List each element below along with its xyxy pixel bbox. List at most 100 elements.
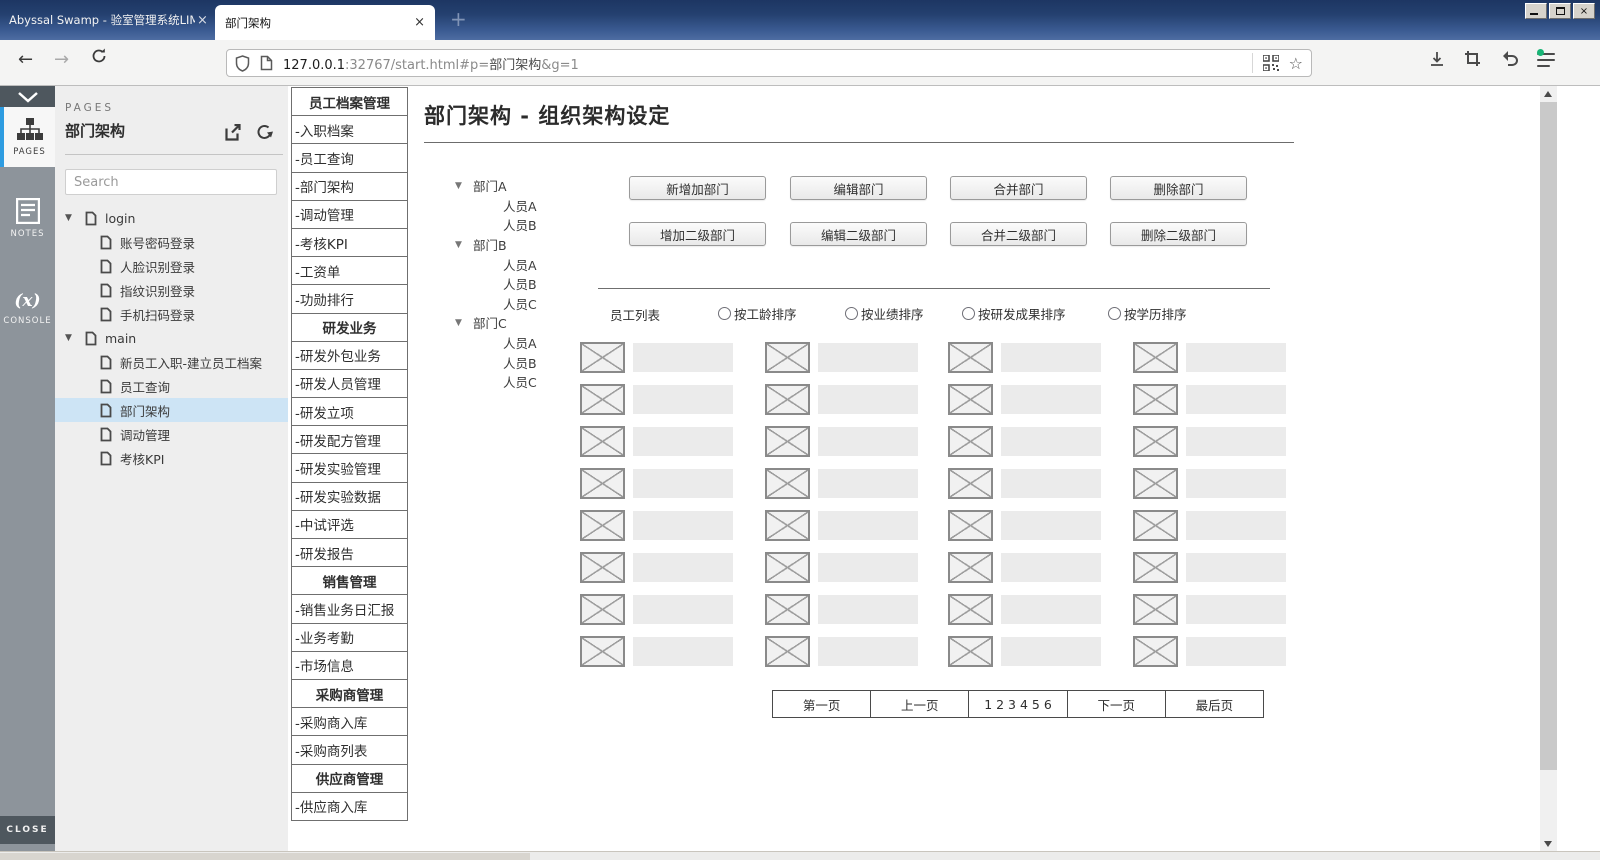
menu-item[interactable]: -研发人员管理 <box>291 369 408 398</box>
menu-item[interactable]: -工资单 <box>291 256 408 285</box>
dept-node[interactable]: ▼部门A <box>455 176 537 196</box>
page-tree-item[interactable]: 部门架构 <box>55 398 288 422</box>
image-placeholder[interactable] <box>1133 384 1178 415</box>
page-tree-item[interactable]: 账号密码登录 <box>55 230 288 254</box>
tab-close-icon[interactable]: × <box>197 13 208 28</box>
image-placeholder[interactable] <box>1133 510 1178 541</box>
downloads-button[interactable] <box>1428 50 1446 68</box>
caret-down-icon[interactable]: ▼ <box>65 333 79 343</box>
collapse-rail-button[interactable] <box>0 86 55 107</box>
image-placeholder[interactable] <box>1133 594 1178 625</box>
image-placeholder[interactable] <box>948 594 993 625</box>
scroll-down-icon[interactable] <box>1544 841 1552 847</box>
image-placeholder[interactable] <box>580 510 625 541</box>
screenshot-crop-button[interactable] <box>1464 50 1481 67</box>
image-placeholder[interactable] <box>580 636 625 667</box>
person-node[interactable]: 人员A <box>455 254 537 274</box>
image-placeholder[interactable] <box>948 552 993 583</box>
image-placeholder[interactable] <box>1133 552 1178 583</box>
reload-button[interactable] <box>90 47 108 65</box>
qr-code-icon[interactable] <box>1263 55 1279 71</box>
radio-button[interactable] <box>718 307 731 320</box>
search-input[interactable] <box>65 169 277 195</box>
page-tree-folder[interactable]: ▼login <box>55 206 288 230</box>
scroll-up-icon[interactable] <box>1544 91 1552 97</box>
minimize-button[interactable] <box>1525 3 1547 19</box>
image-placeholder[interactable] <box>765 510 810 541</box>
image-placeholder[interactable] <box>1133 426 1178 457</box>
image-placeholder[interactable] <box>948 468 993 499</box>
image-placeholder[interactable] <box>1133 636 1178 667</box>
image-placeholder[interactable] <box>948 636 993 667</box>
image-placeholder[interactable] <box>765 342 810 373</box>
vertical-scrollbar[interactable] <box>1540 86 1557 851</box>
image-placeholder[interactable] <box>948 510 993 541</box>
image-placeholder[interactable] <box>1133 342 1178 373</box>
menu-item[interactable]: -员工查询 <box>291 143 408 172</box>
menu-item[interactable]: -研发配方管理 <box>291 425 408 454</box>
subdept-action-button[interactable]: 编辑二级部门 <box>790 222 927 246</box>
image-placeholder[interactable] <box>948 426 993 457</box>
menu-item[interactable]: -采购商列表 <box>291 735 408 764</box>
image-placeholder[interactable] <box>765 636 810 667</box>
menu-item[interactable]: -研发立项 <box>291 397 408 426</box>
person-node[interactable]: 人员B <box>455 215 537 235</box>
export-icon[interactable] <box>225 124 242 141</box>
back-button[interactable]: ← <box>18 49 33 70</box>
caret-down-icon[interactable]: ▼ <box>65 213 79 223</box>
dept-action-button[interactable]: 删除部门 <box>1110 176 1247 200</box>
rail-item-notes[interactable]: NOTES <box>0 186 55 251</box>
menu-item[interactable]: -研发实验管理 <box>291 453 408 482</box>
radio-button[interactable] <box>1108 307 1121 320</box>
menu-item[interactable]: -销售业务日汇报 <box>291 594 408 623</box>
undo-button[interactable] <box>1500 50 1519 66</box>
scrollbar-thumb[interactable] <box>1540 102 1557 770</box>
menu-item[interactable]: -中试评选 <box>291 510 408 539</box>
menu-item[interactable]: -调动管理 <box>291 200 408 229</box>
tab-close-icon[interactable]: × <box>414 15 425 30</box>
image-placeholder[interactable] <box>580 594 625 625</box>
page-tree-item[interactable]: 员工查询 <box>55 374 288 398</box>
pagination-cell[interactable]: 下一页 <box>1067 691 1165 717</box>
caret-down-icon[interactable]: ▼ <box>455 240 473 250</box>
tab-department-structure[interactable]: 部门架构 × <box>215 5 435 40</box>
pagination-cell[interactable]: 最后页 <box>1165 691 1263 717</box>
radio-button[interactable] <box>845 307 858 320</box>
horizontal-scrollbar[interactable] <box>0 851 1600 860</box>
app-menu-button[interactable] <box>1537 53 1555 67</box>
image-placeholder[interactable] <box>765 384 810 415</box>
caret-down-icon[interactable]: ▼ <box>455 181 473 191</box>
new-tab-button[interactable]: + <box>450 7 467 31</box>
menu-item[interactable]: -研发报告 <box>291 538 408 567</box>
url-bar[interactable]: 127.0.0.1:32767/start.html#p=部门架构&g=1 ☆ <box>226 49 1312 77</box>
image-placeholder[interactable] <box>765 468 810 499</box>
menu-item[interactable]: -入职档案 <box>291 115 408 144</box>
page-tree-item[interactable]: 指纹识别登录 <box>55 278 288 302</box>
subdept-action-button[interactable]: 合并二级部门 <box>950 222 1087 246</box>
radio-button[interactable] <box>962 307 975 320</box>
menu-item[interactable]: -供应商入库 <box>291 792 408 821</box>
dept-action-button[interactable]: 编辑部门 <box>790 176 927 200</box>
menu-item[interactable]: -研发实验数据 <box>291 482 408 511</box>
bookmark-star-icon[interactable]: ☆ <box>1289 54 1303 73</box>
restore-button[interactable] <box>1549 3 1571 19</box>
subdept-action-button[interactable]: 删除二级部门 <box>1110 222 1247 246</box>
page-tree-item[interactable]: 新员工入职-建立员工档案 <box>55 350 288 374</box>
image-placeholder[interactable] <box>580 384 625 415</box>
page-tree-item[interactable]: 考核KPI <box>55 446 288 470</box>
image-placeholder[interactable] <box>765 426 810 457</box>
sort-radio-option[interactable]: 按研发成果排序 <box>962 304 1066 323</box>
close-panel-button[interactable]: CLOSE <box>0 816 55 844</box>
page-tree-item[interactable]: 人脸识别登录 <box>55 254 288 278</box>
image-placeholder[interactable] <box>580 552 625 583</box>
pagination-cell[interactable]: 第一页 <box>773 691 870 717</box>
rail-item-pages[interactable]: PAGES <box>0 107 55 167</box>
image-placeholder[interactable] <box>1133 468 1178 499</box>
hscrollbar-thumb[interactable] <box>0 853 530 860</box>
menu-item[interactable]: -市场信息 <box>291 651 408 680</box>
image-placeholder[interactable] <box>948 342 993 373</box>
menu-item[interactable]: -研发外包业务 <box>291 341 408 370</box>
close-window-button[interactable]: × <box>1573 3 1595 19</box>
pagination-cell[interactable]: 1 2 3 4 5 6 <box>968 691 1066 717</box>
image-placeholder[interactable] <box>765 552 810 583</box>
